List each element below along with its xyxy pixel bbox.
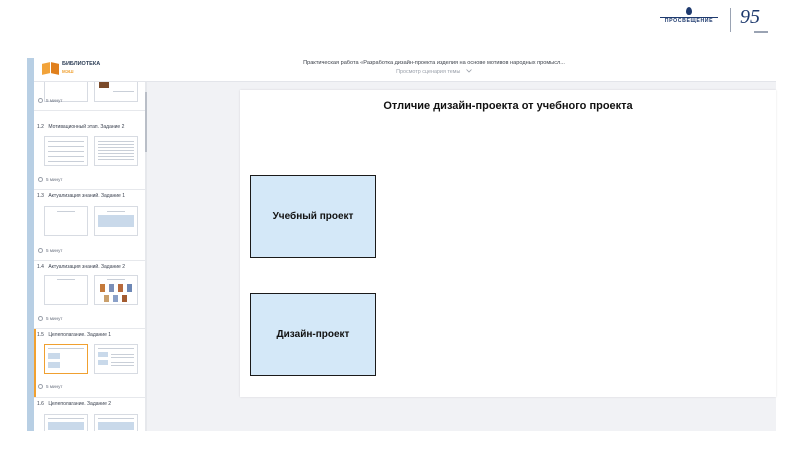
lesson-item[interactable]: 1.2 Мотивационный этап. Задание 2 5 мину…	[34, 121, 146, 190]
work-title: Практическая работа «Разработка дизайн-п…	[303, 60, 565, 66]
lesson-duration: 5 минут	[46, 384, 63, 389]
lesson-duration: 5 минут	[46, 98, 63, 103]
accent-strip	[27, 58, 34, 431]
slide-thumbnail[interactable]	[44, 414, 88, 431]
slide-thumbnail[interactable]	[94, 344, 138, 374]
book-logo-icon[interactable]	[42, 61, 60, 76]
lesson-item[interactable]: 1.6 Целеполагание. Задание 2	[34, 398, 146, 431]
brand-divider	[730, 8, 731, 32]
lesson-item[interactable]: 1.3 Актуализация знаний. Задание 1 5 мин…	[34, 190, 146, 261]
lesson-item[interactable]: 1.4 Актуализация знаний. Задание 2 5 мин…	[34, 261, 146, 329]
clock-icon	[38, 177, 43, 182]
lesson-title: 1.6 Целеполагание. Задание 2	[37, 401, 111, 407]
concept-box-design-project[interactable]: Дизайн-проект	[250, 293, 376, 376]
lesson-number: 1.2	[37, 124, 44, 130]
slide-thumbnail[interactable]	[94, 414, 138, 431]
lesson-number: 1.5	[37, 332, 44, 338]
lesson-title: 1.5 Целеполагание. Задание 1	[37, 332, 111, 338]
publisher-logo-icon	[686, 7, 692, 15]
slide-canvas: Отличие дизайн-проекта от учебного проек…	[240, 90, 776, 397]
slide-thumbnail[interactable]	[44, 275, 88, 305]
lesson-number: 1.6	[37, 401, 44, 407]
logo-title: БИБЛИОТЕКА	[62, 61, 101, 67]
lesson-sidebar[interactable]: 5 минут 1.2 Мотивационный этап. Задание …	[34, 82, 146, 431]
lesson-title: 1.2 Мотивационный этап. Задание 2	[37, 124, 124, 130]
view-mode-dropdown[interactable]: Просмотр сценария темы	[184, 69, 684, 75]
lesson-duration: 5 минут	[46, 316, 63, 321]
lesson-number: 1.3	[37, 193, 44, 199]
lesson-duration: 5 минут	[46, 248, 63, 253]
slide-thumbnail[interactable]	[44, 136, 88, 166]
slide-thumbnail[interactable]	[94, 206, 138, 236]
sidebar-scroll-thumb[interactable]	[145, 92, 147, 152]
library-logo-text[interactable]: БИБЛИОТЕКА МЭШ	[62, 61, 100, 75]
app-header: БИБЛИОТЕКА МЭШ Практическая работа «Разр…	[34, 58, 776, 82]
lesson-title: 1.3 Актуализация знаний. Задание 1	[37, 193, 125, 199]
anniversary-logo: 95	[740, 6, 760, 28]
chevron-down-icon	[466, 69, 472, 75]
lesson-label: Целеполагание. Задание 2	[48, 401, 112, 407]
view-mode-label: Просмотр сценария темы	[396, 69, 461, 75]
anniversary-underline	[754, 31, 768, 33]
publisher-branding: ПРОСВЕЩЕНИЕ 95	[658, 6, 788, 42]
lesson-duration: 5 минут	[46, 177, 63, 182]
lesson-item-active[interactable]: 1.5 Целеполагание. Задание 1 5 минут	[34, 329, 146, 398]
publisher-name: ПРОСВЕЩЕНИЕ	[664, 18, 714, 24]
slide-thumbnail-selected[interactable]	[44, 344, 88, 374]
concept-box-educational-project[interactable]: Учебный проект	[250, 175, 376, 258]
clock-icon	[38, 248, 43, 253]
lesson-label: Мотивационный этап. Задание 2	[48, 124, 125, 130]
slide-thumbnail[interactable]	[44, 206, 88, 236]
logo-subtitle: МЭШ	[62, 69, 74, 74]
lesson-title: 1.4 Актуализация знаний. Задание 2	[37, 264, 125, 270]
lesson-number: 1.4	[37, 264, 44, 270]
clock-icon	[38, 316, 43, 321]
lesson-label: Актуализация знаний. Задание 1	[48, 193, 125, 199]
lesson-label: Актуализация знаний. Задание 2	[48, 264, 125, 270]
slide-thumbnail[interactable]	[94, 136, 138, 166]
slide-thumbnail[interactable]	[94, 275, 138, 305]
slide-title: Отличие дизайн-проекта от учебного проек…	[383, 100, 633, 112]
publisher-logo: ПРОСВЕЩЕНИЕ	[658, 7, 720, 24]
clock-icon	[38, 98, 43, 103]
lesson-label: Целеполагание. Задание 1	[48, 332, 112, 338]
slide-thumbnail[interactable]	[94, 82, 138, 102]
clock-icon	[38, 384, 43, 389]
lesson-item[interactable]: 5 минут	[34, 82, 146, 111]
